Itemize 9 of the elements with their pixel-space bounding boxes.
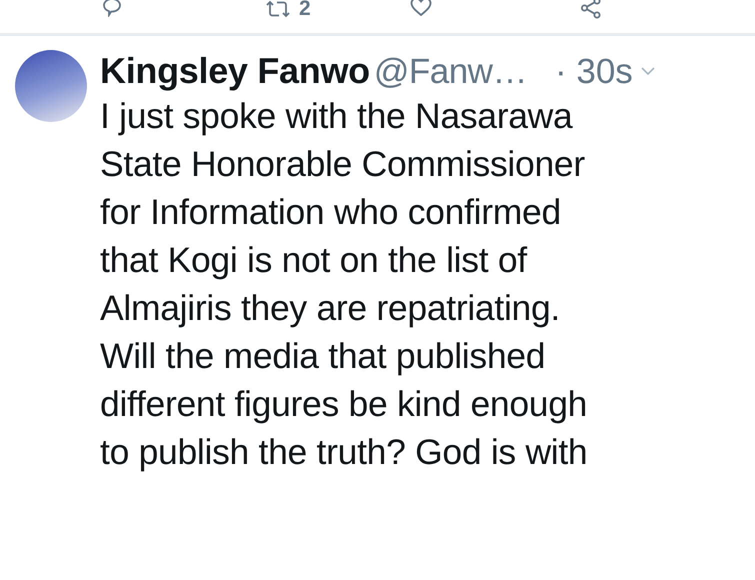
display-name[interactable]: Kingsley Fanwo <box>100 50 370 92</box>
share-icon[interactable] <box>580 0 602 19</box>
reply-icon[interactable] <box>102 0 122 17</box>
retweet-count: 2 <box>299 0 311 21</box>
user-handle[interactable]: @Fanw… <box>374 52 527 92</box>
heart-icon[interactable] <box>410 0 432 17</box>
retweet-icon[interactable] <box>265 0 291 19</box>
tweet-time: · 30s <box>554 52 633 92</box>
tweet-text: I just spoke with the Nasarawa State Honorable Commissioner for Information who confirmed that Kogi is not on the list of Almajiris they are repatriating. Will the media that published different figures be kind enough to publish the truth? God is with <box>100 95 588 474</box>
